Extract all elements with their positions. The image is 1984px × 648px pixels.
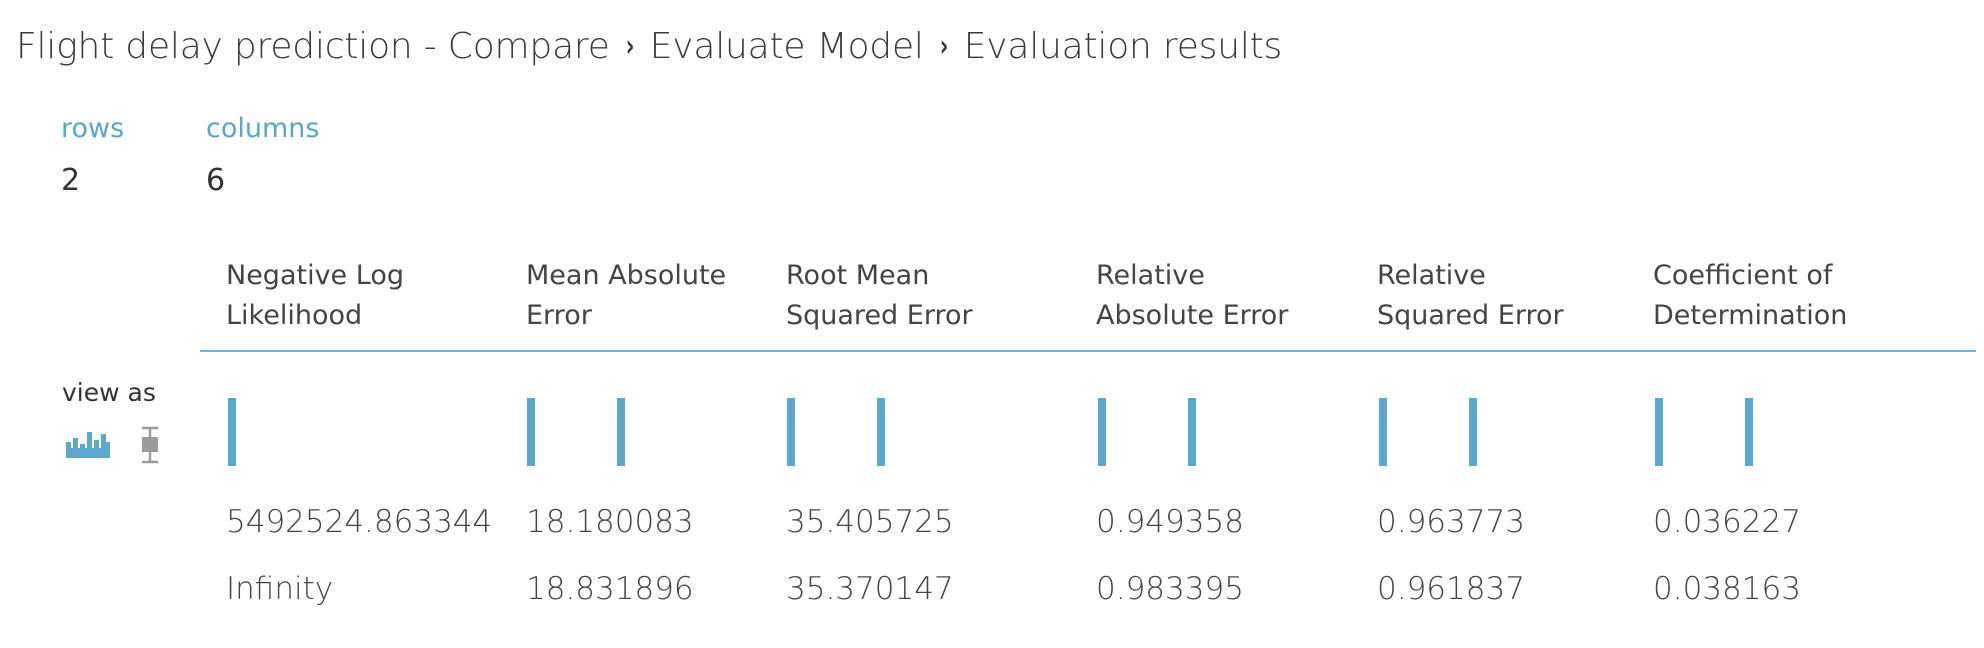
column-header-mean-absolute-error[interactable]: Mean Absolute Error <box>526 256 726 336</box>
column-sparkline-bar <box>527 398 535 466</box>
table-cell[interactable]: 0.949358 <box>1096 504 1244 540</box>
columns-label: columns <box>206 113 320 144</box>
table-cell[interactable]: 35.370147 <box>786 571 954 607</box>
breadcrumb-separator-icon: › <box>625 28 634 64</box>
breadcrumb-current: Evaluation results <box>963 25 1283 67</box>
breadcrumb: Flight delay prediction - Compare › Eval… <box>16 20 1282 72</box>
column-sparkline-bar <box>877 398 885 466</box>
column-sparkline-bar <box>1469 398 1477 466</box>
table-cell[interactable]: 18.180083 <box>526 504 694 540</box>
column-header-relative-squared-error[interactable]: Relative Squared Error <box>1377 256 1564 336</box>
table-cell[interactable]: 0.036227 <box>1653 504 1801 540</box>
column-sparkline-bar <box>1098 398 1106 466</box>
view-as-label: view as <box>62 378 156 407</box>
columns-stat: columns 6 <box>206 112 319 198</box>
table-cell[interactable]: Infinity <box>226 571 333 607</box>
column-sparkline-bar <box>1655 398 1663 466</box>
column-sparkline-bar <box>1745 398 1753 466</box>
table-cell[interactable]: 0.961837 <box>1377 571 1525 607</box>
rows-stat: rows 2 <box>61 112 124 198</box>
table-cell[interactable]: 0.963773 <box>1377 504 1525 540</box>
column-header-negative-log-likelihood[interactable]: Negative Log Likelihood <box>226 256 404 336</box>
column-header-relative-absolute-error[interactable]: Relative Absolute Error <box>1096 256 1288 336</box>
column-sparkline-bar <box>228 398 236 466</box>
table-cell[interactable]: 0.983395 <box>1096 571 1244 607</box>
table-cell[interactable]: 35.405725 <box>786 504 954 540</box>
column-sparkline-bar <box>787 398 795 466</box>
column-sparkline-bar <box>1379 398 1387 466</box>
histogram-icon[interactable] <box>64 428 112 464</box>
columns-value: 6 <box>206 163 226 198</box>
table-cell[interactable]: 18.831896 <box>526 571 694 607</box>
breadcrumb-experiment[interactable]: Flight delay prediction - Compare <box>16 26 610 67</box>
rows-value: 2 <box>61 163 81 198</box>
rows-label: rows <box>61 113 125 144</box>
column-header-root-mean-squared-error[interactable]: Root Mean Squared Error <box>786 256 973 336</box>
breadcrumb-module[interactable]: Evaluate Model <box>650 26 924 67</box>
column-sparkline-bar <box>617 398 625 466</box>
table-cell[interactable]: 0.038163 <box>1653 571 1801 607</box>
header-divider <box>200 350 1976 352</box>
column-header-coefficient-of-determination[interactable]: Coefficient of Determination <box>1653 256 1847 336</box>
table-cell[interactable]: 5492524.863344 <box>226 504 492 540</box>
breadcrumb-separator-icon: › <box>939 28 948 64</box>
column-sparkline-bar <box>1188 398 1196 466</box>
boxplot-icon[interactable] <box>138 426 162 468</box>
